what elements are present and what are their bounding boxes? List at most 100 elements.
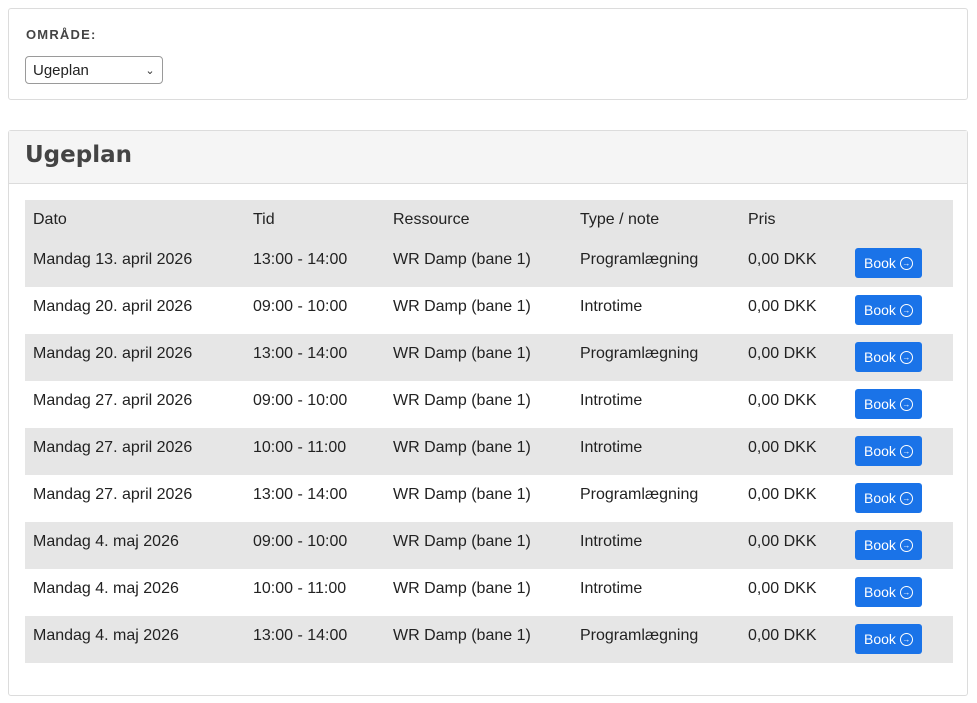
action-cell: Book →: [847, 428, 953, 475]
resource-cell: WR Damp (bane 1): [385, 287, 572, 334]
table-row: Mandag 27. april 2026 10:00 - 11:00 WR Dam…: [25, 428, 953, 475]
table-row: Mandag 27. april 2026 09:00 - 10:00 WR Dam…: [25, 381, 953, 428]
arrow-right-circle-icon: →: [899, 397, 913, 411]
price-cell: 0,00 DKK: [740, 475, 847, 522]
book-button[interactable]: Book →: [855, 483, 922, 513]
time-cell: 09:00 - 10:00: [245, 381, 385, 428]
price-cell: 0,00 DKK: [740, 240, 847, 287]
table-header-row: Dato Tid Ressource Type / note Pris: [25, 200, 953, 240]
time-cell: 13:00 - 14:00: [245, 475, 385, 522]
time-cell: 13:00 - 14:00: [245, 240, 385, 287]
action-cell: Book →: [847, 616, 953, 663]
book-button[interactable]: Book →: [855, 436, 922, 466]
arrow-right-circle-icon: →: [899, 350, 913, 364]
schedule-panel: Ugeplan Dato Tid Ressource Type / note P…: [8, 130, 968, 696]
book-button-label: Book: [864, 584, 896, 600]
type-cell: Introtime: [572, 569, 740, 616]
date-cell: Mandag 27. april 2026: [25, 475, 245, 522]
area-filter-panel: OMRÅDE: Ugeplan ⌄: [8, 8, 968, 100]
type-cell: Programlægning: [572, 475, 740, 522]
price-cell: 0,00 DKK: [740, 381, 847, 428]
date-cell: Mandag 27. april 2026: [25, 381, 245, 428]
column-header-price: Pris: [740, 200, 847, 240]
type-cell: Introtime: [572, 381, 740, 428]
book-button[interactable]: Book →: [855, 248, 922, 278]
book-button[interactable]: Book →: [855, 577, 922, 607]
date-cell: Mandag 20. april 2026: [25, 334, 245, 381]
area-select[interactable]: Ugeplan ⌄: [25, 56, 163, 84]
time-cell: 13:00 - 14:00: [245, 616, 385, 663]
type-cell: Programlægning: [572, 334, 740, 381]
book-button-label: Book: [864, 349, 896, 365]
action-cell: Book →: [847, 569, 953, 616]
date-cell: Mandag 4. maj 2026: [25, 616, 245, 663]
book-button[interactable]: Book →: [855, 624, 922, 654]
date-cell: Mandag 27. april 2026: [25, 428, 245, 475]
table-row: Mandag 4. maj 2026 09:00 - 10:00 WR Damp (…: [25, 522, 953, 569]
date-cell: Mandag 4. maj 2026: [25, 522, 245, 569]
price-cell: 0,00 DKK: [740, 616, 847, 663]
arrow-right-circle-icon: →: [899, 491, 913, 505]
action-cell: Book →: [847, 522, 953, 569]
type-cell: Programlægning: [572, 240, 740, 287]
column-header-time: Tid: [245, 200, 385, 240]
book-button-label: Book: [864, 302, 896, 318]
arrow-right-circle-icon: →: [899, 585, 913, 599]
date-cell: Mandag 13. april 2026: [25, 240, 245, 287]
table-row: Mandag 4. maj 2026 13:00 - 14:00 WR Damp (…: [25, 616, 953, 663]
table-row: Mandag 20. april 2026 13:00 - 14:00 WR Dam…: [25, 334, 953, 381]
resource-cell: WR Damp (bane 1): [385, 381, 572, 428]
resource-cell: WR Damp (bane 1): [385, 428, 572, 475]
arrow-right-circle-icon: →: [899, 444, 913, 458]
book-button[interactable]: Book →: [855, 530, 922, 560]
time-cell: 10:00 - 11:00: [245, 569, 385, 616]
time-cell: 09:00 - 10:00: [245, 522, 385, 569]
time-cell: 09:00 - 10:00: [245, 287, 385, 334]
price-cell: 0,00 DKK: [740, 428, 847, 475]
book-button[interactable]: Book →: [855, 389, 922, 419]
action-cell: Book →: [847, 475, 953, 522]
table-row: Mandag 13. april 2026 13:00 - 14:00 WR Dam…: [25, 240, 953, 287]
schedule-table: Dato Tid Ressource Type / note Pris Mand…: [25, 200, 953, 663]
chevron-down-icon: ⌄: [145, 64, 155, 77]
resource-cell: WR Damp (bane 1): [385, 475, 572, 522]
price-cell: 0,00 DKK: [740, 287, 847, 334]
date-cell: Mandag 4. maj 2026: [25, 569, 245, 616]
resource-cell: WR Damp (bane 1): [385, 616, 572, 663]
action-cell: Book →: [847, 381, 953, 428]
column-header-action: [847, 200, 953, 240]
arrow-right-circle-icon: →: [899, 632, 913, 646]
resource-cell: WR Damp (bane 1): [385, 334, 572, 381]
table-row: Mandag 20. april 2026 09:00 - 10:00 WR Dam…: [25, 287, 953, 334]
book-button-label: Book: [864, 490, 896, 506]
arrow-right-circle-icon: →: [899, 538, 913, 552]
date-cell: Mandag 20. april 2026: [25, 287, 245, 334]
book-button-label: Book: [864, 443, 896, 459]
arrow-right-circle-icon: →: [899, 303, 913, 317]
resource-cell: WR Damp (bane 1): [385, 522, 572, 569]
table-row: Mandag 4. maj 2026 10:00 - 11:00 WR Damp (…: [25, 569, 953, 616]
price-cell: 0,00 DKK: [740, 334, 847, 381]
time-cell: 10:00 - 11:00: [245, 428, 385, 475]
area-select-value: Ugeplan: [33, 61, 89, 79]
arrow-right-circle-icon: →: [899, 256, 913, 270]
table-row: Mandag 27. april 2026 13:00 - 14:00 WR Dam…: [25, 475, 953, 522]
resource-cell: WR Damp (bane 1): [385, 240, 572, 287]
book-button-label: Book: [864, 631, 896, 647]
book-button[interactable]: Book →: [855, 295, 922, 325]
column-header-resource: Ressource: [385, 200, 572, 240]
time-cell: 13:00 - 14:00: [245, 334, 385, 381]
book-button-label: Book: [864, 537, 896, 553]
book-button-label: Book: [864, 396, 896, 412]
column-header-date: Dato: [25, 200, 245, 240]
action-cell: Book →: [847, 240, 953, 287]
book-button-label: Book: [864, 255, 896, 271]
type-cell: Introtime: [572, 428, 740, 475]
price-cell: 0,00 DKK: [740, 569, 847, 616]
column-header-type: Type / note: [572, 200, 740, 240]
book-button[interactable]: Book →: [855, 342, 922, 372]
schedule-title: Ugeplan: [25, 142, 132, 168]
resource-cell: WR Damp (bane 1): [385, 569, 572, 616]
area-label: OMRÅDE:: [26, 27, 97, 42]
price-cell: 0,00 DKK: [740, 522, 847, 569]
